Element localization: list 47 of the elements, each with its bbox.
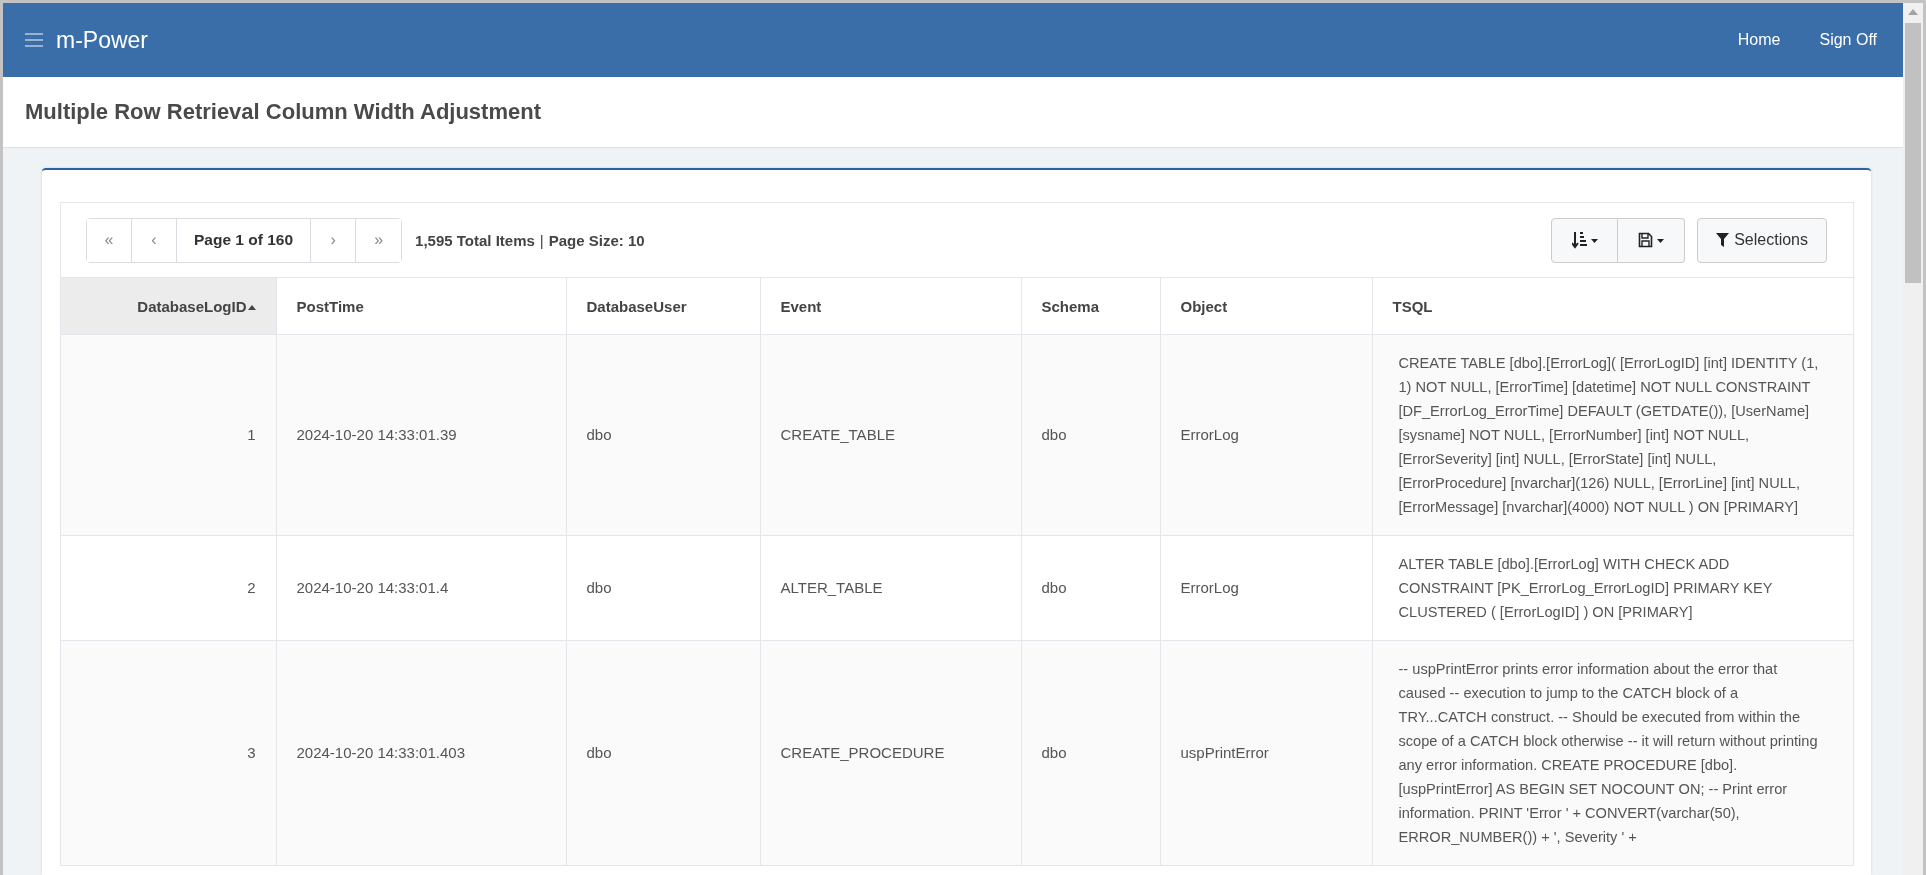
column-header[interactable]: TSQL: [1372, 277, 1853, 335]
column-header[interactable]: Schema: [1021, 277, 1160, 335]
table-cell: 2: [61, 535, 276, 641]
column-header[interactable]: Event: [760, 277, 1021, 335]
table-cell: -- uspPrintError prints error information about the error that caused -- execution to jump to the CATCH block of a TRY...CATCH construct. -- Should be executed from within the scope of a CATCH block otherwise -- it will return without printing any error information. CREATE PROCEDURE [dbo].[uspPrintError] AS BEGIN SET NOCOUNT ON; -- Print error information. PRINT 'Error ' + CONVERT(varchar(50), ERROR_NUMBER()) + ', Severity ' +: [1372, 640, 1853, 866]
table-cell: 2024-10-20 14:33:01.39: [276, 334, 566, 536]
table-cell: CREATE_TABLE: [760, 334, 1021, 536]
table-cell: 3: [61, 640, 276, 866]
vertical-scrollbar[interactable]: [1903, 3, 1923, 875]
menu-icon[interactable]: [25, 33, 43, 47]
table-cell: uspPrintError: [1160, 640, 1372, 866]
filter-icon: [1716, 233, 1730, 247]
table-cell: dbo: [1021, 640, 1160, 866]
table-cell: ErrorLog: [1160, 535, 1372, 641]
table-cell: 1: [61, 334, 276, 536]
table-cell: 2024-10-20 14:33:01.403: [276, 640, 566, 866]
nav-link[interactable]: Home: [1737, 31, 1781, 49]
floppy-disk-caret-icon: [1638, 231, 1665, 249]
column-header[interactable]: PostTime: [276, 277, 566, 335]
column-header[interactable]: Object: [1160, 277, 1372, 335]
table-cell: ALTER TABLE [dbo].[ErrorLog] WITH CHECK ADD CONSTRAINT [PK_ErrorLog_ErrorLogID] PRIMARY KEY CLUSTERED ( [ErrorLogID] ) ON [PRIMARY]: [1372, 535, 1853, 641]
table-cell: 2024-10-20 14:33:01.4: [276, 535, 566, 641]
nav-link[interactable]: Sign Off: [1819, 31, 1877, 49]
items-summary: 1,595 Total Items: [415, 231, 535, 249]
column-header[interactable]: DatabaseUser: [566, 277, 760, 335]
scrollbar-thumb[interactable]: [1905, 23, 1921, 283]
app-brand[interactable]: m-Power: [56, 26, 148, 54]
sort-dropdown-button[interactable]: [1551, 217, 1619, 263]
column-header[interactable]: DatabaseLogID: [61, 277, 276, 335]
table-cell: dbo: [566, 334, 760, 536]
table-cell: dbo: [1021, 334, 1160, 536]
table-cell: ALTER_TABLE: [760, 535, 1021, 641]
table-cell: dbo: [1021, 535, 1160, 641]
table-cell: dbo: [566, 535, 760, 641]
sort-caret-icon: [1571, 231, 1598, 249]
sort-ascending-icon: [247, 304, 256, 310]
page-size-label: Page Size: 10: [548, 231, 645, 249]
selections-button[interactable]: Selections: [1697, 217, 1827, 263]
table-cell: ErrorLog: [1160, 334, 1372, 536]
page-title: Multiple Row Retrieval Column Width Adjustment: [25, 99, 541, 125]
summary-separator: |: [539, 231, 544, 249]
table-cell: CREATE_PROCEDURE: [760, 640, 1021, 866]
save-dropdown-button[interactable]: [1618, 217, 1686, 263]
table-cell: CREATE TABLE [dbo].[ErrorLog]( [ErrorLogID] [int] IDENTITY (1, 1) NOT NULL, [ErrorTime] [datetime] NOT NULL CONSTRAINT [DF_ErrorLog_ErrorTime] DEFAULT (GETDATE()), [UserName] [sysname] NOT NULL, [ErrorNumber] [int] NOT NULL, [ErrorSeverity] [int] NULL, [ErrorState] [int] NULL, [ErrorProcedure] [nvarchar](126) NULL, [ErrorLine] [int] NULL, [ErrorMessage] [nvarchar](4000) NOT NULL ) ON [PRIMARY]: [1372, 334, 1853, 536]
first-page-button[interactable]: «: [87, 218, 132, 262]
table-cell: dbo: [566, 640, 760, 866]
scroll-up-icon[interactable]: [1908, 9, 1918, 15]
